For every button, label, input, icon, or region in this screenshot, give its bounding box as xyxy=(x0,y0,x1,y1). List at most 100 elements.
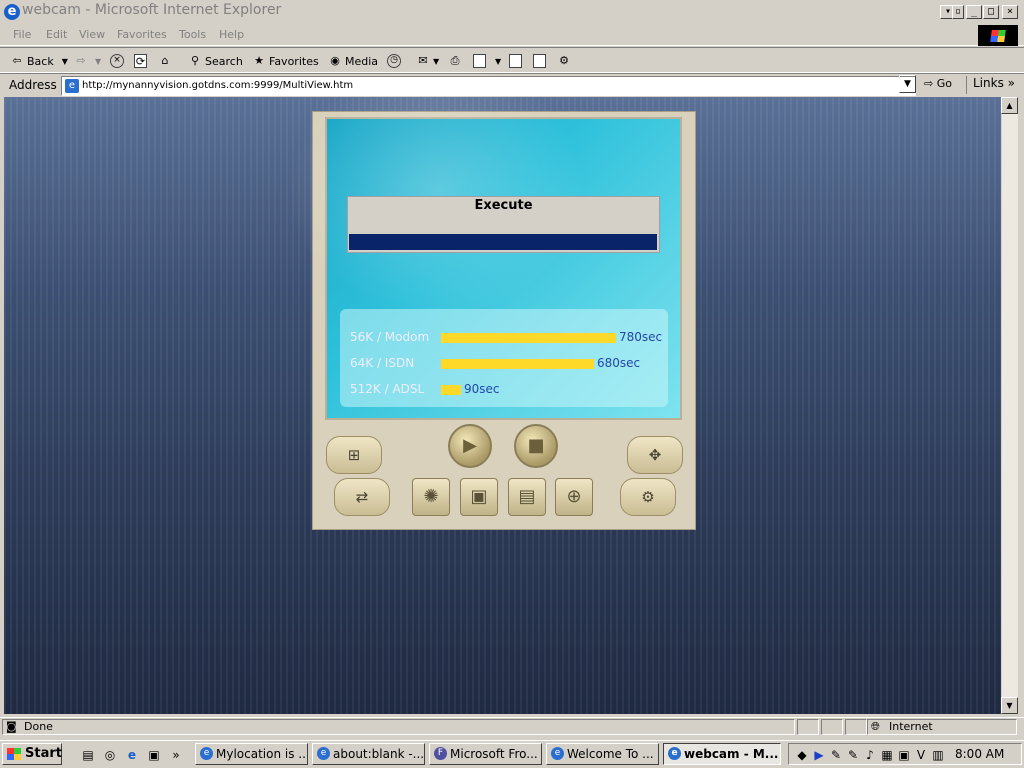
media-label: Media xyxy=(345,54,379,68)
discuss-icon xyxy=(509,54,522,68)
stop-icon[interactable]: ■ xyxy=(514,424,558,468)
ie-page-icon: e xyxy=(668,747,681,760)
title-bar: e webcam - Microsoft Internet Explorer ▾… xyxy=(0,0,1024,24)
tray-v-icon[interactable]: V xyxy=(913,747,929,763)
menu-view[interactable]: View xyxy=(79,28,105,41)
speed-bar-modem xyxy=(441,333,616,343)
page-icon: e xyxy=(65,79,79,93)
research-icon: ⚙ xyxy=(559,54,569,67)
start-label: Start xyxy=(25,746,62,761)
address-label: Address xyxy=(9,78,57,92)
windows-flag-icon xyxy=(990,30,1006,42)
status-cell-1 xyxy=(797,719,819,735)
speed-value-isdn: 680sec xyxy=(597,356,641,370)
windows-throbber-logo xyxy=(978,25,1018,46)
back-label: Back xyxy=(27,54,54,68)
tray-volume-icon[interactable]: ♪ xyxy=(862,747,878,763)
zone-label: Internet xyxy=(889,720,933,733)
favorites-button[interactable]: ★ Favorites xyxy=(252,52,319,70)
search-icon: ⚲ xyxy=(190,54,200,67)
discuss-button[interactable] xyxy=(509,52,525,70)
menu-tools[interactable]: Tools xyxy=(179,28,206,41)
task-label: about:blank -... xyxy=(333,747,425,761)
quicklaunch-app-icon[interactable]: ▣ xyxy=(146,747,162,763)
zoom-in-icon[interactable]: ⊕ xyxy=(555,478,593,516)
ie-logo-icon[interactable]: e xyxy=(4,4,20,20)
media-button[interactable]: ◉ Media xyxy=(328,52,378,70)
quicklaunch-outlook-icon[interactable]: ◎ xyxy=(102,747,118,763)
address-dropdown-icon[interactable]: ▼ xyxy=(899,75,916,93)
window-title: webcam - Microsoft Internet Explorer xyxy=(22,2,282,18)
transfer-icon[interactable]: ⇄ xyxy=(334,478,390,516)
caption-restore-small-icon[interactable]: ▫ xyxy=(952,5,964,19)
menu-favorites[interactable]: Favorites xyxy=(117,28,167,41)
go-button[interactable]: ⇨ Go xyxy=(924,77,952,90)
chevron-right-icon: » xyxy=(1007,76,1015,90)
scroll-down-icon[interactable]: ▼ xyxy=(1001,697,1018,714)
task-label: webcam - M... xyxy=(684,747,779,761)
monitor-icon[interactable]: ▣ xyxy=(460,478,498,516)
menu-bar: File Edit View Favorites Tools Help xyxy=(0,24,1024,46)
close-button[interactable]: × xyxy=(1002,5,1018,19)
task-mylocation[interactable]: e Mylocation is ... xyxy=(195,743,308,765)
scroll-up-icon[interactable]: ▲ xyxy=(1001,97,1018,114)
tray-network-icon[interactable]: ▦ xyxy=(879,747,895,763)
minimize-button[interactable]: _ xyxy=(966,5,982,19)
ie-page-icon: e xyxy=(317,747,330,760)
camera-shutter-icon[interactable]: ✺ xyxy=(412,478,450,516)
menu-help[interactable]: Help xyxy=(219,28,244,41)
search-label: Search xyxy=(205,54,243,68)
edit-dropdown-icon[interactable]: ▼ xyxy=(495,57,501,66)
execute-label: Execute xyxy=(474,198,533,213)
task-webcam[interactable]: e webcam - M... xyxy=(663,743,781,765)
stop-button[interactable]: × xyxy=(110,52,127,70)
device-settings-icon[interactable]: ⚙ xyxy=(620,478,676,516)
standard-toolbar: ⇦ Back ▼ ⇨ ▼ × ⟳ ⌂ ⚲ Search ★ Favorites … xyxy=(0,47,1024,73)
vertical-scrollbar[interactable] xyxy=(1001,97,1018,714)
clock: 8:00 AM xyxy=(955,747,1005,761)
globe-icon: 🌐︎ xyxy=(871,720,880,733)
frontpage-icon: F xyxy=(434,747,447,760)
tray-media-player-icon[interactable]: ▶ xyxy=(811,747,827,763)
ptz-control-icon[interactable]: ✥ xyxy=(627,436,683,474)
forward-dropdown-icon[interactable]: ▼ xyxy=(95,57,101,66)
speed-bar-adsl xyxy=(441,385,461,395)
task-label: Mylocation is ... xyxy=(216,747,308,761)
maximize-button[interactable]: □ xyxy=(983,5,999,19)
network-icon[interactable]: ⊞ xyxy=(326,436,382,474)
tray-display-icon[interactable]: ▣ xyxy=(896,747,912,763)
research-button[interactable]: ⚙ xyxy=(557,52,574,70)
go-arrow-icon: ⇨ xyxy=(924,77,934,90)
quicklaunch-desktop-icon[interactable]: ▤ xyxy=(80,747,96,763)
play-icon[interactable]: ▶ xyxy=(448,424,492,468)
search-button[interactable]: ⚲ Search xyxy=(188,52,243,70)
task-about-blank[interactable]: e about:blank -... xyxy=(312,743,425,765)
start-button[interactable]: Start xyxy=(2,743,62,765)
menu-edit[interactable]: Edit xyxy=(46,28,67,41)
refresh-icon: ⟳ xyxy=(134,54,147,68)
save-disk-icon[interactable]: ▤ xyxy=(508,478,546,516)
execute-progress-bar xyxy=(349,234,657,250)
speed-label-modem: 56K / Modom xyxy=(350,330,430,344)
back-dropdown-icon[interactable]: ▼ xyxy=(62,57,68,66)
messenger-icon xyxy=(533,54,546,68)
task-microsoft-frontpage[interactable]: F Microsoft Fro... xyxy=(429,743,542,765)
forward-button[interactable]: ⇨ ▼ xyxy=(74,52,101,70)
quicklaunch-ie-icon[interactable]: e xyxy=(124,747,140,763)
task-label: Welcome To ... xyxy=(567,747,654,761)
tray-pen-icon[interactable]: ✎ xyxy=(828,747,844,763)
back-button[interactable]: ⇦ Back ▼ xyxy=(10,52,68,70)
links-button[interactable]: Links » xyxy=(966,76,1015,94)
tray-security-icon[interactable]: ◆ xyxy=(794,747,810,763)
tray-app-icon[interactable]: ▥ xyxy=(930,747,946,763)
refresh-button[interactable]: ⟳ xyxy=(134,52,150,70)
address-url[interactable]: http://mynannyvision.gotdns.com:9999/Mul… xyxy=(82,80,353,91)
home-button[interactable]: ⌂ xyxy=(158,52,175,70)
quicklaunch-more-icon[interactable]: » xyxy=(168,747,184,763)
tray-pen2-icon[interactable]: ✎ xyxy=(845,747,861,763)
speed-bar-isdn xyxy=(441,359,594,369)
status-main-cell xyxy=(2,719,795,735)
menu-file[interactable]: File xyxy=(13,28,31,41)
messenger-button[interactable] xyxy=(533,52,549,70)
task-welcome[interactable]: e Welcome To ... xyxy=(546,743,659,765)
